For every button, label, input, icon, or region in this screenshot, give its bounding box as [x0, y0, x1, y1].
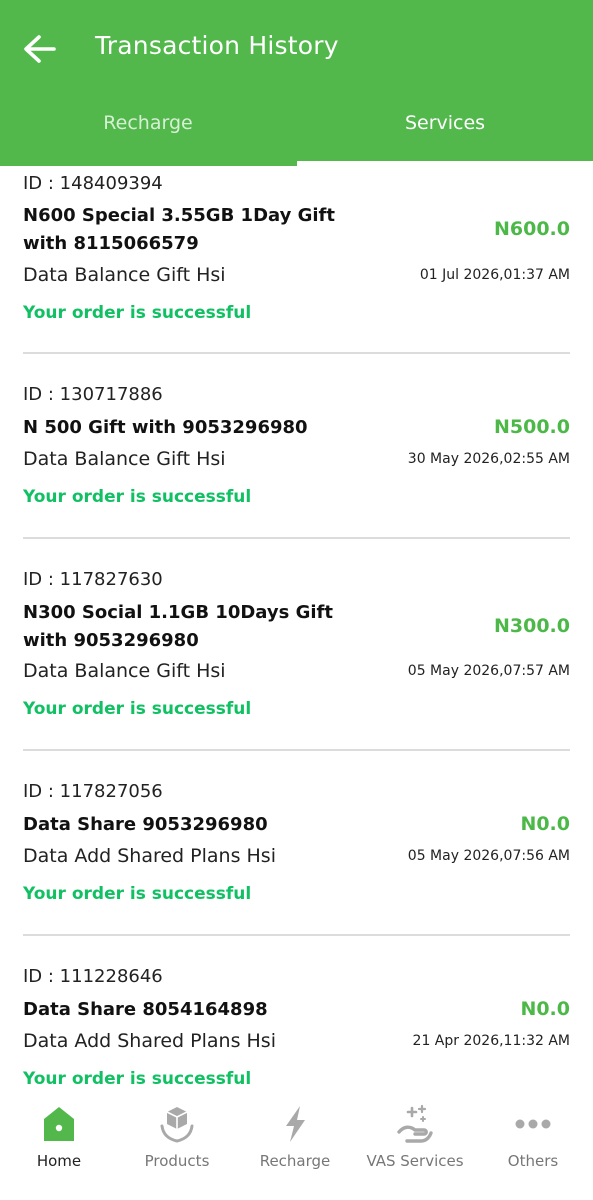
transaction-service: Data Balance Gift Hsi	[23, 660, 226, 682]
bottom-navigation: Home Products Recharge VAS Services Othe…	[0, 1098, 593, 1200]
lightning-icon	[286, 1106, 305, 1142]
transaction-id: ID : 130717886	[23, 384, 163, 405]
transaction-title: N600 Special 3.55GB 1Day Gift with 81150…	[23, 205, 335, 254]
transaction-item[interactable]: ID : 111228646 Data Share 8054164898 N0.…	[23, 936, 570, 1098]
nav-products[interactable]: Products	[118, 1098, 236, 1200]
nav-recharge[interactable]: Recharge	[236, 1098, 354, 1200]
tab-services[interactable]: Services	[297, 112, 593, 134]
transaction-service: Data Balance Gift Hsi	[23, 448, 226, 470]
tab-recharge[interactable]: Recharge	[0, 112, 296, 134]
transaction-item[interactable]: ID : 117827056 Data Share 9053296980 N0.…	[23, 751, 570, 936]
transaction-amount: N600.0	[494, 218, 570, 240]
sparkle-hand-icon	[397, 1104, 433, 1143]
transaction-title: Data Share 9053296980	[23, 814, 268, 835]
transaction-service: Data Add Shared Plans Hsi	[23, 1030, 276, 1052]
transaction-amount: N500.0	[494, 416, 570, 438]
transaction-service: Data Add Shared Plans Hsi	[23, 845, 276, 867]
transaction-item[interactable]: ID : 130717886 N 500 Gift with 905329698…	[23, 354, 570, 539]
transaction-date: 05 May 2026,07:57 AM	[407, 663, 570, 679]
nav-recharge-label: Recharge	[259, 1152, 331, 1170]
transaction-status: Your order is successful	[23, 1069, 252, 1089]
page-title: Transaction History	[95, 31, 339, 60]
transaction-amount: N300.0	[494, 615, 570, 637]
transaction-item[interactable]: ID : 117827630 N300 Social 1.1GB 10Days …	[23, 539, 570, 751]
transaction-title: N 500 Gift with 9053296980	[23, 417, 308, 438]
nav-products-label: Products	[144, 1152, 210, 1170]
app-header: Transaction History Recharge Services	[0, 0, 593, 166]
nav-others-label: Others	[507, 1152, 559, 1170]
transaction-status: Your order is successful	[23, 884, 252, 904]
nav-home-label: Home	[36, 1152, 82, 1170]
transaction-amount: N0.0	[520, 998, 570, 1020]
nav-vas-services-label: VAS Services	[366, 1152, 464, 1170]
transaction-title: N300 Social 1.1GB 10Days Gift with 90532…	[23, 602, 333, 651]
transaction-date: 21 Apr 2026,11:32 AM	[412, 1033, 570, 1049]
transaction-date: 05 May 2026,07:56 AM	[407, 848, 570, 864]
transaction-title: Data Share 8054164898	[23, 999, 268, 1020]
transaction-item[interactable]: ID : 148409394 N600 Special 3.55GB 1Day …	[23, 166, 570, 354]
transaction-id: ID : 117827056	[23, 781, 163, 802]
transaction-amount: N0.0	[520, 813, 570, 835]
transaction-list[interactable]: ID : 148409394 N600 Special 3.55GB 1Day …	[0, 166, 593, 1098]
nav-vas-services[interactable]: VAS Services	[356, 1098, 474, 1200]
nav-home[interactable]: Home	[0, 1098, 118, 1200]
more-dots-icon	[515, 1119, 551, 1129]
transaction-id: ID : 111228646	[23, 966, 163, 987]
transaction-service: Data Balance Gift Hsi	[23, 264, 226, 286]
transaction-status: Your order is successful	[23, 487, 252, 507]
transaction-id: ID : 117827630	[23, 569, 163, 590]
box-hand-icon	[160, 1107, 194, 1143]
home-icon	[44, 1107, 74, 1141]
transaction-id: ID : 148409394	[23, 173, 163, 194]
transaction-date: 01 Jul 2026,01:37 AM	[419, 267, 570, 283]
nav-others[interactable]: Others	[474, 1098, 592, 1200]
transaction-date: 30 May 2026,02:55 AM	[407, 451, 570, 467]
transaction-status: Your order is successful	[23, 303, 252, 323]
back-arrow-icon	[24, 35, 56, 63]
transaction-status: Your order is successful	[23, 699, 252, 719]
back-button[interactable]	[20, 30, 60, 70]
